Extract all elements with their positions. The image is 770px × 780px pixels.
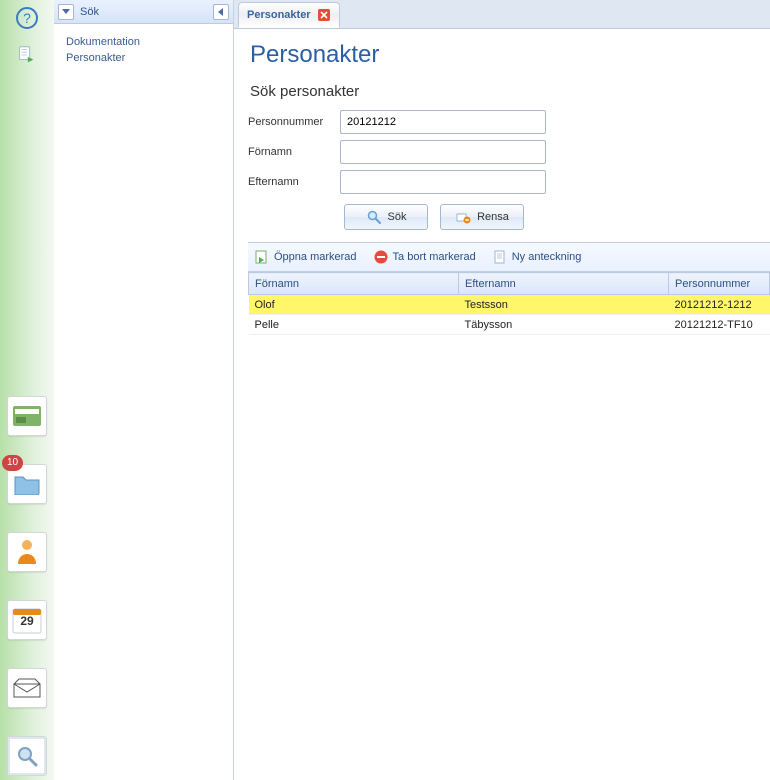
sidebar-title: Sök: [80, 6, 213, 18]
rail-tile-card[interactable]: [7, 396, 47, 436]
cell-efternamn: Täbysson: [459, 315, 669, 335]
chevron-left-icon: [217, 8, 225, 16]
svg-text:?: ?: [23, 10, 31, 26]
nav-rail: ? 10 29: [0, 0, 54, 780]
table-row[interactable]: OlofTestsson20121212-1212: [249, 295, 770, 315]
label-fornamn: Förnamn: [248, 146, 340, 158]
input-fornamn[interactable]: [340, 140, 546, 164]
results-tbody: OlofTestsson20121212-1212PelleTäbysson20…: [249, 295, 770, 335]
page-subtitle: Sök personakter: [250, 83, 770, 100]
new-note-label: Ny anteckning: [512, 251, 582, 263]
label-efternamn: Efternamn: [248, 176, 340, 188]
badge-count: 10: [2, 455, 23, 471]
clear-icon: [455, 209, 471, 225]
open-selected-label: Öppna markerad: [274, 251, 357, 263]
app-root: ? 10 29: [0, 0, 770, 780]
document-export-icon[interactable]: [15, 44, 39, 68]
delete-icon: [373, 249, 389, 265]
content: Personakter Sök personakter Personnummer…: [234, 28, 770, 780]
tab-title: Personakter: [247, 9, 311, 21]
calendar-day: 29: [8, 614, 46, 628]
magnifier-icon: [366, 209, 382, 225]
sidebar-item-personakter[interactable]: Personakter: [66, 50, 221, 66]
note-icon: [492, 249, 508, 265]
sidebar-body: Dokumentation Personakter: [54, 24, 233, 76]
table-row[interactable]: PelleTäbysson20121212-TF10: [249, 315, 770, 335]
th-fornamn[interactable]: Förnamn: [249, 273, 459, 295]
sidebar-collapse-toggle[interactable]: [213, 4, 229, 20]
delete-selected-button[interactable]: Ta bort markerad: [373, 249, 476, 265]
tab-close-button[interactable]: [317, 8, 331, 22]
search-button[interactable]: Sök: [344, 204, 428, 230]
rail-tile-folder[interactable]: 10: [7, 464, 47, 504]
label-personnummer: Personnummer: [248, 116, 340, 128]
rail-bottom-group: 10 29: [0, 396, 54, 776]
open-selected-button[interactable]: Öppna markerad: [254, 249, 357, 265]
rail-tile-person[interactable]: [7, 532, 47, 572]
clear-button-label: Rensa: [477, 211, 509, 223]
sidebar-item-dokumentation[interactable]: Dokumentation: [66, 34, 221, 50]
clear-button[interactable]: Rensa: [440, 204, 524, 230]
sidebar-dropdown-toggle[interactable]: [58, 4, 74, 20]
rail-tile-search[interactable]: [7, 736, 47, 776]
cell-personnummer: 20121212-TF10: [669, 315, 770, 335]
main: Personakter Personakter Sök personakter …: [234, 0, 770, 780]
tab-bar: Personakter: [234, 0, 770, 28]
cell-personnummer: 20121212-1212: [669, 295, 770, 315]
sidebar: Sök Dokumentation Personakter: [54, 0, 234, 780]
tab-personakter[interactable]: Personakter: [238, 2, 340, 28]
close-icon: [317, 8, 331, 22]
delete-selected-label: Ta bort markerad: [393, 251, 476, 263]
th-personnummer[interactable]: Personnummer: [669, 273, 770, 295]
rail-tile-inbox[interactable]: [7, 668, 47, 708]
results-toolbar: Öppna markerad Ta bort markerad Ny antec…: [248, 242, 770, 272]
th-efternamn[interactable]: Efternamn: [459, 273, 669, 295]
open-icon: [254, 249, 270, 265]
page-title: Personakter: [250, 41, 770, 69]
sidebar-header: Sök: [54, 0, 233, 24]
cell-efternamn: Testsson: [459, 295, 669, 315]
cell-fornamn: Pelle: [249, 315, 459, 335]
search-form: Personnummer Förnamn Efternamn: [248, 110, 770, 230]
results-table: Förnamn Efternamn Personnummer OlofTests…: [248, 272, 770, 335]
rail-tile-calendar[interactable]: 29: [7, 600, 47, 640]
cell-fornamn: Olof: [249, 295, 459, 315]
help-icon[interactable]: ?: [15, 6, 39, 30]
search-button-label: Sök: [388, 211, 407, 223]
input-efternamn[interactable]: [340, 170, 546, 194]
input-personnummer[interactable]: [340, 110, 546, 134]
chevron-down-icon: [62, 8, 70, 16]
new-note-button[interactable]: Ny anteckning: [492, 249, 582, 265]
